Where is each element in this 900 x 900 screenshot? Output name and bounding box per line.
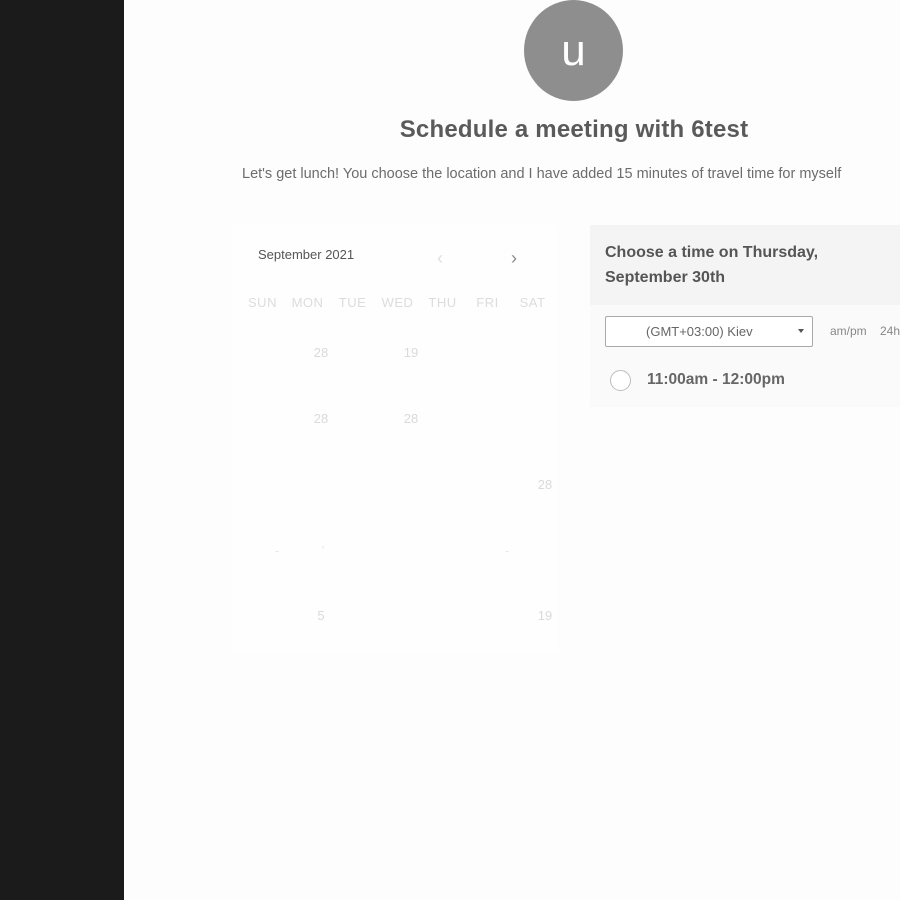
calendar-month-label: September 2021 <box>258 247 355 262</box>
format-24h-toggle[interactable]: 24h <box>880 324 900 338</box>
time-panel-header: Choose a time on Thursday, September 30t… <box>590 225 900 305</box>
timezone-value: (GMT+03:00) Kiev <box>646 324 753 339</box>
time-heading: Choose a time on Thursday, September 30t… <box>605 244 819 286</box>
time-slot-radio[interactable] <box>610 369 631 391</box>
calendar-day[interactable]: ' <box>308 543 338 558</box>
calendar-weekdays: SUN MON TUE WED THU FRI SAT <box>240 295 560 310</box>
chevron-left-icon[interactable]: ‹ <box>430 247 450 269</box>
weekday-fri: FRI <box>476 295 499 310</box>
meeting-description: Let's get lunch! You choose the location… <box>242 166 842 182</box>
time-slot[interactable]: 11:00am - 12:00pm <box>610 367 785 393</box>
weekday-thu: THU <box>428 295 457 310</box>
time-slot-label: 11:00am - 12:00pm <box>647 371 785 388</box>
calendar-day[interactable]: 5 <box>306 608 336 623</box>
calendar-day[interactable]: - <box>492 543 522 558</box>
calendar-day[interactable]: - <box>262 543 292 558</box>
booking-page: u Schedule a meeting with 6test Let's ge… <box>124 0 900 900</box>
weekday-sun: SUN <box>248 295 277 310</box>
weekday-wed: WED <box>381 295 414 310</box>
calendar-day[interactable]: 19 <box>530 608 560 623</box>
page-title: Schedule a meeting with 6test <box>399 116 749 143</box>
calendar-day[interactable]: 28 <box>306 345 336 360</box>
format-ampm-toggle[interactable]: am/pm <box>830 324 867 338</box>
weekday-sat: SAT <box>519 295 546 310</box>
calendar: September 2021 ‹ › SUN MON TUE WED THU F… <box>232 225 558 653</box>
calendar-day[interactable]: 19 <box>396 345 426 360</box>
calendar-day[interactable]: 28 <box>396 411 426 426</box>
timezone-select[interactable]: (GMT+03:00) Kiev <box>605 316 813 347</box>
avatar-initial: u <box>561 25 586 75</box>
time-panel: Choose a time on Thursday, September 30t… <box>590 225 900 407</box>
weekday-tue: TUE <box>338 295 367 310</box>
weekday-mon: MON <box>291 295 324 310</box>
calendar-day[interactable]: 28 <box>530 477 560 492</box>
calendar-day[interactable]: 28 <box>306 411 336 426</box>
avatar: u <box>524 0 623 101</box>
chevron-right-icon[interactable]: › <box>504 247 524 269</box>
left-sidebar <box>0 0 124 900</box>
caret-down-icon <box>798 329 804 333</box>
